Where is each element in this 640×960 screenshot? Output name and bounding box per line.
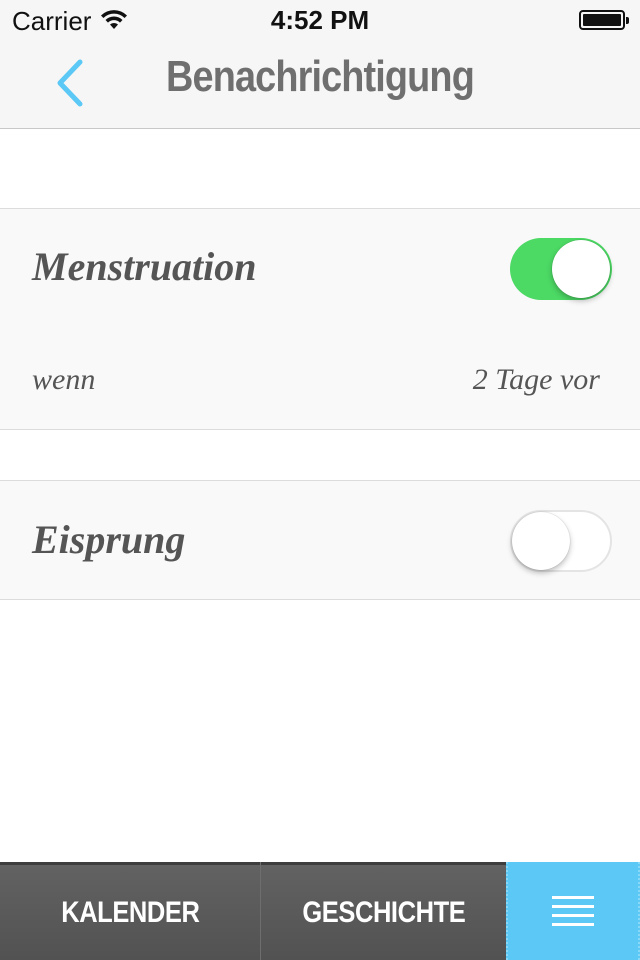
menstruation-row: Menstruation bbox=[0, 208, 640, 328]
menu-lines-icon bbox=[552, 896, 594, 926]
reminder-timing-value: 2 Tage vor bbox=[472, 363, 600, 396]
tab-menu[interactable] bbox=[506, 862, 640, 960]
page-title: Benachrichtigung bbox=[166, 52, 475, 101]
battery-icon bbox=[579, 10, 629, 30]
menstruation-toggle[interactable] bbox=[510, 238, 612, 300]
toggle-knob bbox=[552, 240, 610, 298]
tab-calendar[interactable]: KALENDER bbox=[0, 862, 260, 960]
ovulation-row: Eisprung bbox=[0, 480, 640, 600]
ovulation-toggle[interactable] bbox=[510, 510, 612, 572]
menstruation-label: Menstruation bbox=[32, 244, 257, 289]
tab-bar: KALENDER GESCHICHTE bbox=[0, 862, 640, 960]
reminder-timing-label: wenn bbox=[32, 363, 96, 396]
status-bar: Carrier 4:52 PM bbox=[0, 0, 640, 40]
navigation-bar: Carrier 4:52 PM Benachrichtigung bbox=[0, 0, 640, 129]
tab-calendar-label: KALENDER bbox=[60, 895, 200, 929]
tab-history-label: GESCHICHTE bbox=[302, 895, 465, 929]
toggle-knob bbox=[512, 512, 570, 570]
reminder-timing-row[interactable]: wenn 2 Tage vor bbox=[0, 327, 640, 430]
tab-history[interactable]: GESCHICHTE bbox=[261, 862, 506, 960]
ovulation-label: Eisprung bbox=[32, 517, 186, 562]
status-time: 4:52 PM bbox=[270, 5, 370, 35]
